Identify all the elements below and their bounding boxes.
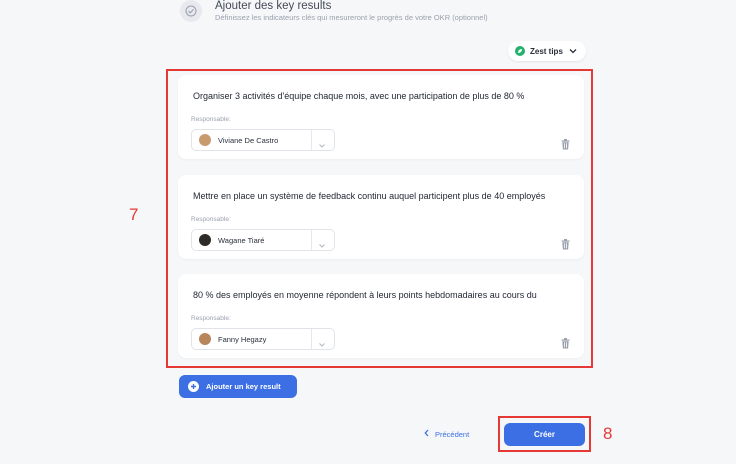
add-key-result-button[interactable]: Ajouter un key result (179, 375, 297, 398)
key-results-highlight-box (166, 69, 593, 368)
chevron-down-icon (569, 47, 577, 56)
previous-label: Précédent (435, 429, 470, 439)
annotation-number: 8 (603, 424, 613, 443)
leaf-icon (515, 46, 525, 56)
step-title: Ajouter des key results (215, 0, 332, 12)
step-subtitle: Définissez les indicateurs clés qui mesu… (215, 13, 488, 22)
add-key-result-label: Ajouter un key result (206, 382, 281, 391)
create-label: Créer (534, 430, 555, 439)
create-button[interactable]: Créer (504, 423, 585, 446)
step-header: Ajouter des key results Définissez les i… (178, 0, 598, 26)
plus-icon (188, 381, 199, 392)
zest-tips-button[interactable]: Zest tips (508, 41, 586, 61)
annotation-number: 7 (129, 205, 139, 224)
chevron-left-icon (424, 429, 429, 439)
zest-tips-label: Zest tips (530, 46, 563, 56)
check-circle-icon (180, 0, 202, 22)
previous-button[interactable]: Précédent (424, 429, 469, 439)
